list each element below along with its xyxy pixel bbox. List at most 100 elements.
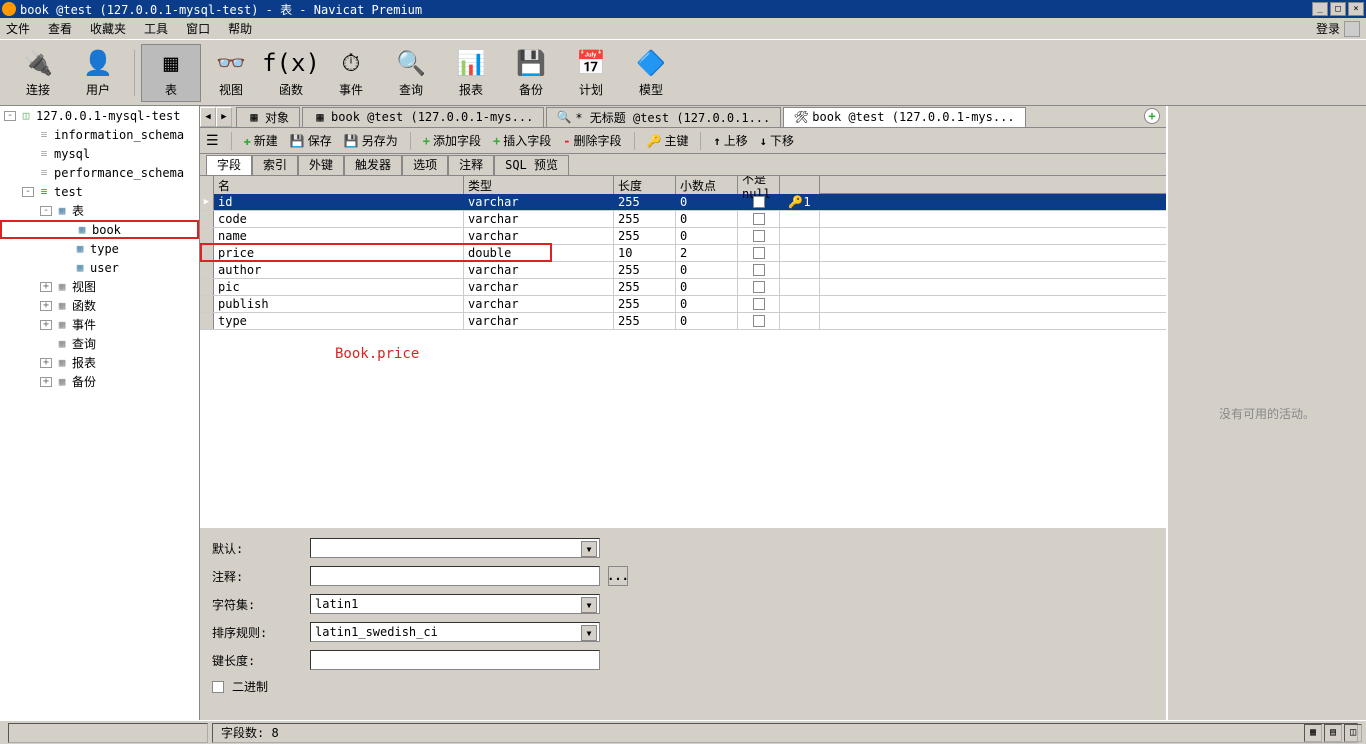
expand-toggle[interactable]: -	[40, 206, 52, 216]
field-row-publish[interactable]: publish varchar 255 0	[200, 296, 1166, 313]
minimize-button[interactable]: _	[1312, 2, 1328, 16]
subtab-注释[interactable]: 注释	[448, 155, 494, 175]
cell-length[interactable]: 255	[614, 228, 676, 244]
tree-item-表[interactable]: -▦表	[0, 201, 199, 220]
cell-decimals[interactable]: 0	[676, 228, 738, 244]
tree-item-book[interactable]: ▦book	[0, 220, 199, 239]
cell-notnull[interactable]	[738, 296, 780, 312]
cell-name[interactable]: author	[214, 262, 464, 278]
cell-type[interactable]: varchar	[464, 296, 614, 312]
status-icon-1[interactable]: ▦	[1304, 724, 1322, 742]
cell-decimals[interactable]: 0	[676, 279, 738, 295]
cell-decimals[interactable]: 0	[676, 194, 738, 210]
cell-length[interactable]: 255	[614, 194, 676, 210]
cell-key[interactable]	[780, 279, 820, 295]
tree-item-test[interactable]: -≡test	[0, 182, 199, 201]
cell-decimals[interactable]: 0	[676, 313, 738, 329]
menu-收藏夹[interactable]: 收藏夹	[90, 20, 126, 37]
col-header-1[interactable]: 类型	[464, 176, 614, 194]
charset-select[interactable]: latin1	[310, 594, 600, 614]
action-上移[interactable]: ↑上移	[713, 132, 747, 149]
tool-备份[interactable]: 💾备份	[501, 44, 561, 102]
action-另存为[interactable]: 💾另存为	[344, 132, 398, 149]
cell-name[interactable]: pic	[214, 279, 464, 295]
tool-视图[interactable]: 👓视图	[201, 44, 261, 102]
cell-name[interactable]: type	[214, 313, 464, 329]
tool-查询[interactable]: 🔍查询	[381, 44, 441, 102]
connection-tree[interactable]: -◫127.0.0.1-mysql-test≡information_schem…	[0, 106, 200, 720]
status-icon-2[interactable]: ▤	[1324, 724, 1342, 742]
cell-type[interactable]: varchar	[464, 262, 614, 278]
menu-文件[interactable]: 文件	[6, 20, 30, 37]
cell-type[interactable]: varchar	[464, 279, 614, 295]
notnull-checkbox[interactable]	[753, 247, 765, 259]
tool-连接[interactable]: 🔌连接	[8, 44, 68, 102]
cell-key[interactable]	[780, 313, 820, 329]
cell-key[interactable]	[780, 228, 820, 244]
tree-item-type[interactable]: ▦type	[0, 239, 199, 258]
subtab-SQL 预览[interactable]: SQL 预览	[494, 155, 569, 175]
collation-select[interactable]: latin1_swedish_ci	[310, 622, 600, 642]
tree-item-函数[interactable]: +▦函数	[0, 296, 199, 315]
tree-item-视图[interactable]: +▦视图	[0, 277, 199, 296]
avatar-icon[interactable]	[1344, 21, 1360, 37]
tab-book @test[interactable]: ▦book @test (127.0.0.1-mys...	[302, 107, 544, 127]
action-保存[interactable]: 💾保存	[290, 132, 332, 149]
action-添加字段[interactable]: +添加字段	[423, 132, 481, 149]
field-row-id[interactable]: ▶ id varchar 255 0 ✓ 🔑1	[200, 194, 1166, 211]
status-icon-3[interactable]: ◫	[1344, 724, 1362, 742]
menu-窗口[interactable]: 窗口	[186, 20, 210, 37]
subtab-选项[interactable]: 选项	[402, 155, 448, 175]
field-row-name[interactable]: name varchar 255 0	[200, 228, 1166, 245]
col-header-3[interactable]: 小数点	[676, 176, 738, 194]
tree-item-mysql[interactable]: ≡mysql	[0, 144, 199, 163]
col-header-4[interactable]: 不是 null	[738, 176, 780, 194]
subtab-触发器[interactable]: 触发器	[344, 155, 402, 175]
cell-name[interactable]: price	[214, 245, 464, 261]
expand-toggle[interactable]: +	[40, 320, 52, 330]
subtab-字段[interactable]: 字段	[206, 155, 252, 175]
keylen-input[interactable]	[310, 650, 600, 670]
tab-scroll-right[interactable]: ▶	[216, 107, 232, 127]
cell-key[interactable]	[780, 245, 820, 261]
tab-scroll-left[interactable]: ◀	[200, 107, 216, 127]
cell-length[interactable]: 255	[614, 296, 676, 312]
subtab-外键[interactable]: 外键	[298, 155, 344, 175]
field-row-type[interactable]: type varchar 255 0	[200, 313, 1166, 330]
expand-toggle[interactable]: +	[40, 301, 52, 311]
action-主键[interactable]: 🔑主键	[647, 132, 689, 149]
expand-toggle[interactable]: +	[40, 358, 52, 368]
cell-length[interactable]: 255	[614, 211, 676, 227]
add-tab-button[interactable]: +	[1144, 108, 1160, 124]
cell-notnull[interactable]	[738, 245, 780, 261]
tool-用户[interactable]: 👤用户	[68, 44, 128, 102]
default-select[interactable]	[310, 538, 600, 558]
expand-toggle[interactable]: -	[22, 187, 34, 197]
cell-key[interactable]	[780, 211, 820, 227]
tool-计划[interactable]: 📅计划	[561, 44, 621, 102]
menu-工具[interactable]: 工具	[144, 20, 168, 37]
notnull-checkbox[interactable]	[753, 298, 765, 310]
tree-item-information_schema[interactable]: ≡information_schema	[0, 125, 199, 144]
cell-notnull[interactable]	[738, 262, 780, 278]
cell-decimals[interactable]: 0	[676, 262, 738, 278]
cell-length[interactable]: 255	[614, 279, 676, 295]
cell-notnull[interactable]	[738, 228, 780, 244]
cell-key[interactable]: 🔑1	[780, 194, 820, 210]
cell-notnull[interactable]: ✓	[738, 194, 780, 210]
field-row-pic[interactable]: pic varchar 255 0	[200, 279, 1166, 296]
cell-key[interactable]	[780, 262, 820, 278]
tab-book @test[interactable]: 🛠book @test (127.0.0.1-mys...	[783, 107, 1025, 127]
action-新建[interactable]: ✚新建	[244, 132, 278, 149]
cell-type[interactable]: varchar	[464, 228, 614, 244]
cell-notnull[interactable]	[738, 279, 780, 295]
menu-查看[interactable]: 查看	[48, 20, 72, 37]
notnull-checkbox[interactable]	[753, 315, 765, 327]
col-header-0[interactable]: 名	[214, 176, 464, 194]
field-row-price[interactable]: price double 10 2	[200, 245, 1166, 262]
tree-item-事件[interactable]: +▦事件	[0, 315, 199, 334]
comment-more-button[interactable]: ...	[608, 566, 628, 586]
menu-帮助[interactable]: 帮助	[228, 20, 252, 37]
close-button[interactable]: ×	[1348, 2, 1364, 16]
cell-length[interactable]: 255	[614, 313, 676, 329]
